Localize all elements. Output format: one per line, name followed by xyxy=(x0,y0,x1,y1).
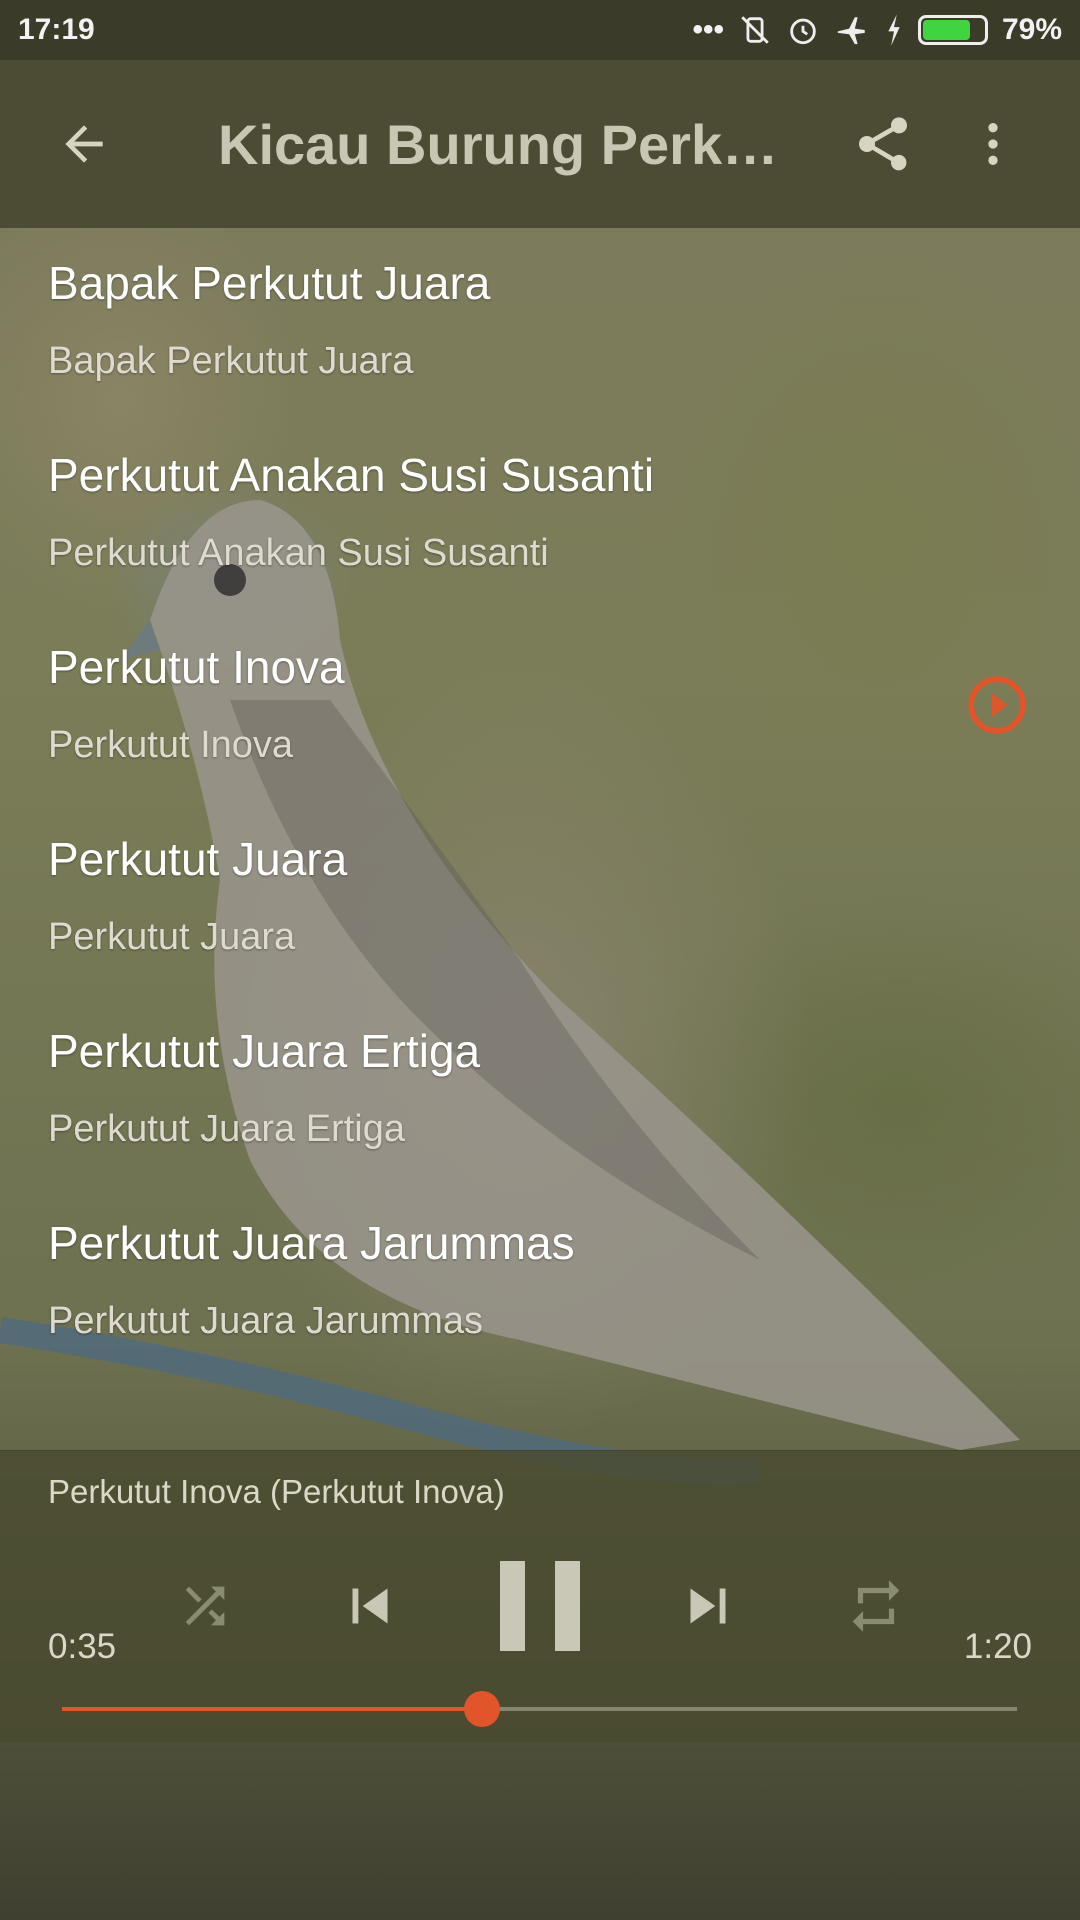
skip-previous-icon xyxy=(352,1588,388,1624)
more-dots-icon: ••• xyxy=(692,13,724,46)
track-subtitle: Perkutut Anakan Susi Susanti xyxy=(48,532,549,574)
track-subtitle: Perkutut Juara Ertiga xyxy=(48,1108,405,1150)
previous-button[interactable] xyxy=(330,1551,410,1661)
track-title: Perkutut Anakan Susi Susanti xyxy=(48,449,655,501)
track-title: Perkutut Juara xyxy=(48,833,348,885)
vibrate-off-icon xyxy=(741,16,769,44)
battery-percent: 79% xyxy=(1001,13,1062,46)
seek-thumb[interactable] xyxy=(464,1691,501,1727)
status-icons: ••• 79% xyxy=(692,13,1062,47)
shuffle-button[interactable] xyxy=(165,1551,245,1661)
track-item[interactable]: Bapak Perkutut Juara Bapak Perkutut Juar… xyxy=(0,228,1080,420)
status-bar: 17:19 ••• 79% xyxy=(0,0,1080,60)
now-playing-icon[interactable] xyxy=(966,674,1028,736)
skip-next-icon xyxy=(690,1588,726,1624)
battery-icon xyxy=(917,15,988,45)
more-vertical-icon xyxy=(988,123,998,165)
airplane-icon xyxy=(837,17,865,45)
shuffle-icon xyxy=(185,1586,225,1626)
track-item[interactable]: Perkutut Anakan Susi Susanti Perkutut An… xyxy=(0,420,1080,612)
track-item[interactable]: Perkutut Juara Ertiga Perkutut Juara Ert… xyxy=(0,996,1080,1188)
track-subtitle: Perkutut Juara xyxy=(48,916,296,958)
pause-icon xyxy=(500,1561,580,1651)
charging-icon xyxy=(888,14,900,46)
repeat-button[interactable] xyxy=(836,1551,916,1661)
pause-button[interactable] xyxy=(490,1551,590,1661)
seek-progress xyxy=(62,1707,483,1711)
track-title: Perkutut Juara Ertiga xyxy=(48,1025,481,1077)
track-subtitle: Bapak Perkutut Juara xyxy=(48,340,414,382)
track-subtitle: Perkutut Inova xyxy=(48,724,294,766)
track-title: Perkutut Juara Jarummas xyxy=(48,1217,575,1269)
track-item[interactable]: Perkutut Juara Perkutut Juara xyxy=(0,804,1080,996)
total-duration: 1:20 xyxy=(963,1627,1032,1666)
toolbar-title: Kicau Burung Perkutut Juara xyxy=(218,112,808,176)
arrow-back-icon xyxy=(65,125,103,163)
status-time: 17:19 xyxy=(18,13,95,46)
track-subtitle: Perkutut Juara Jarummas xyxy=(48,1300,484,1342)
alarm-icon xyxy=(790,18,816,45)
seek-bar[interactable] xyxy=(62,1691,1017,1727)
more-options-button[interactable] xyxy=(938,60,1048,228)
track-item-playing[interactable]: Perkutut Inova Perkutut Inova xyxy=(0,612,1080,804)
next-button[interactable] xyxy=(668,1551,748,1661)
share-button[interactable] xyxy=(828,60,938,228)
now-playing-label: Perkutut Inova (Perkutut Inova) xyxy=(48,1473,505,1510)
app-toolbar: Kicau Burung Perkutut Juara xyxy=(0,60,1080,228)
track-title: Perkutut Inova xyxy=(48,641,345,693)
back-button[interactable] xyxy=(0,60,168,228)
elapsed-time: 0:35 xyxy=(48,1627,117,1666)
repeat-icon xyxy=(852,1580,900,1632)
track-list: Bapak Perkutut Juara Bapak Perkutut Juar… xyxy=(0,228,1080,1380)
player-panel: Perkutut Inova (Perkutut Inova) 0:35 1:2… xyxy=(0,1450,1080,1742)
player-controls xyxy=(0,1551,1080,1661)
track-title: Bapak Perkutut Juara xyxy=(48,257,491,309)
track-item[interactable]: Perkutut Juara Jarummas Perkutut Juara J… xyxy=(0,1188,1080,1380)
share-icon xyxy=(859,117,907,171)
